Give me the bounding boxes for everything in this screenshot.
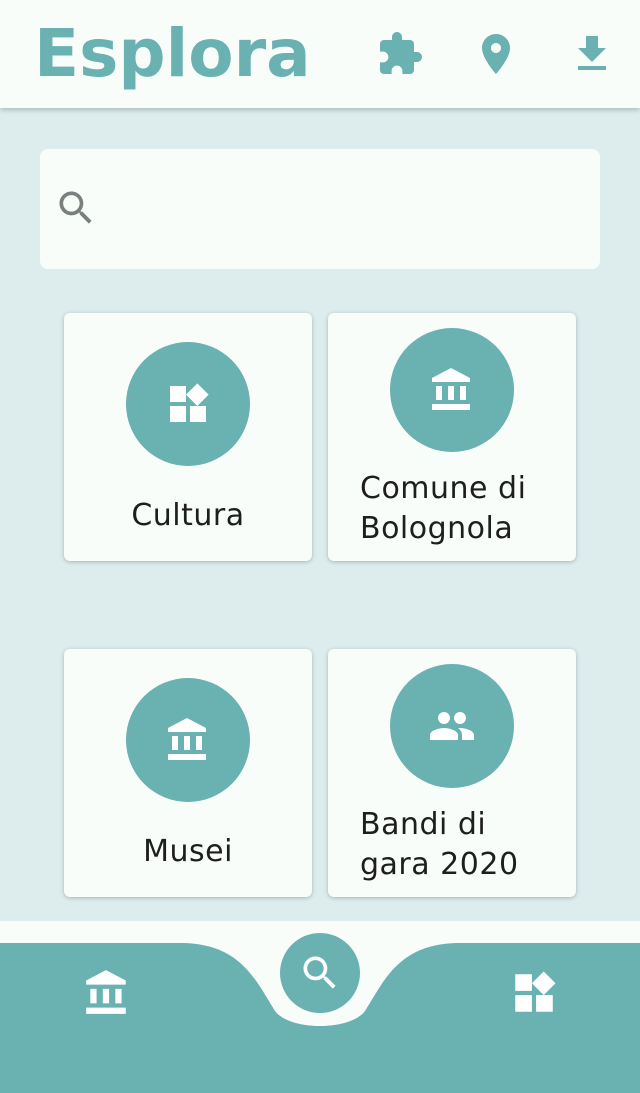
people-icon	[430, 712, 474, 740]
widgets-icon	[170, 383, 209, 422]
widgets-icon	[515, 971, 556, 1012]
category-card-comune-di-bolognola[interactable]: Comune di Bolognola	[328, 313, 576, 561]
puzzle-icon	[380, 32, 422, 74]
category-card-musei[interactable]: Musei	[64, 649, 312, 897]
nav-institutions-button[interactable]	[75, 961, 139, 1025]
institution-icon	[432, 368, 470, 410]
category-icon-circle	[390, 664, 514, 788]
category-icon-circle	[390, 328, 514, 452]
institution-icon	[86, 970, 126, 1014]
search-input[interactable]	[110, 170, 580, 250]
download-button[interactable]	[564, 26, 620, 82]
search-fab-button[interactable]	[280, 933, 360, 1013]
institution-icon	[168, 718, 206, 760]
category-card-bandi-di-gara-2020[interactable]: Bandi di gara 2020	[328, 649, 576, 897]
download-icon	[578, 36, 606, 70]
nav-categories-button[interactable]	[502, 961, 566, 1025]
category-icon-circle	[126, 342, 250, 466]
location-button[interactable]	[468, 26, 524, 82]
search-icon	[54, 186, 98, 230]
search-icon	[303, 956, 336, 989]
category-label: Bandi di gara 2020	[360, 807, 519, 882]
category-label: Musei	[143, 834, 233, 869]
bottom-navigation	[0, 921, 640, 1093]
category-icon-circle	[126, 678, 250, 802]
location-pin-icon	[482, 34, 510, 74]
category-label: Comune di Bolognola	[360, 471, 527, 546]
page-title: Esplora	[34, 15, 311, 92]
category-card-cultura[interactable]: Cultura	[64, 313, 312, 561]
puzzle-button[interactable]	[372, 26, 428, 82]
app-bar: Esplora	[0, 0, 640, 108]
category-label: Cultura	[131, 498, 245, 533]
